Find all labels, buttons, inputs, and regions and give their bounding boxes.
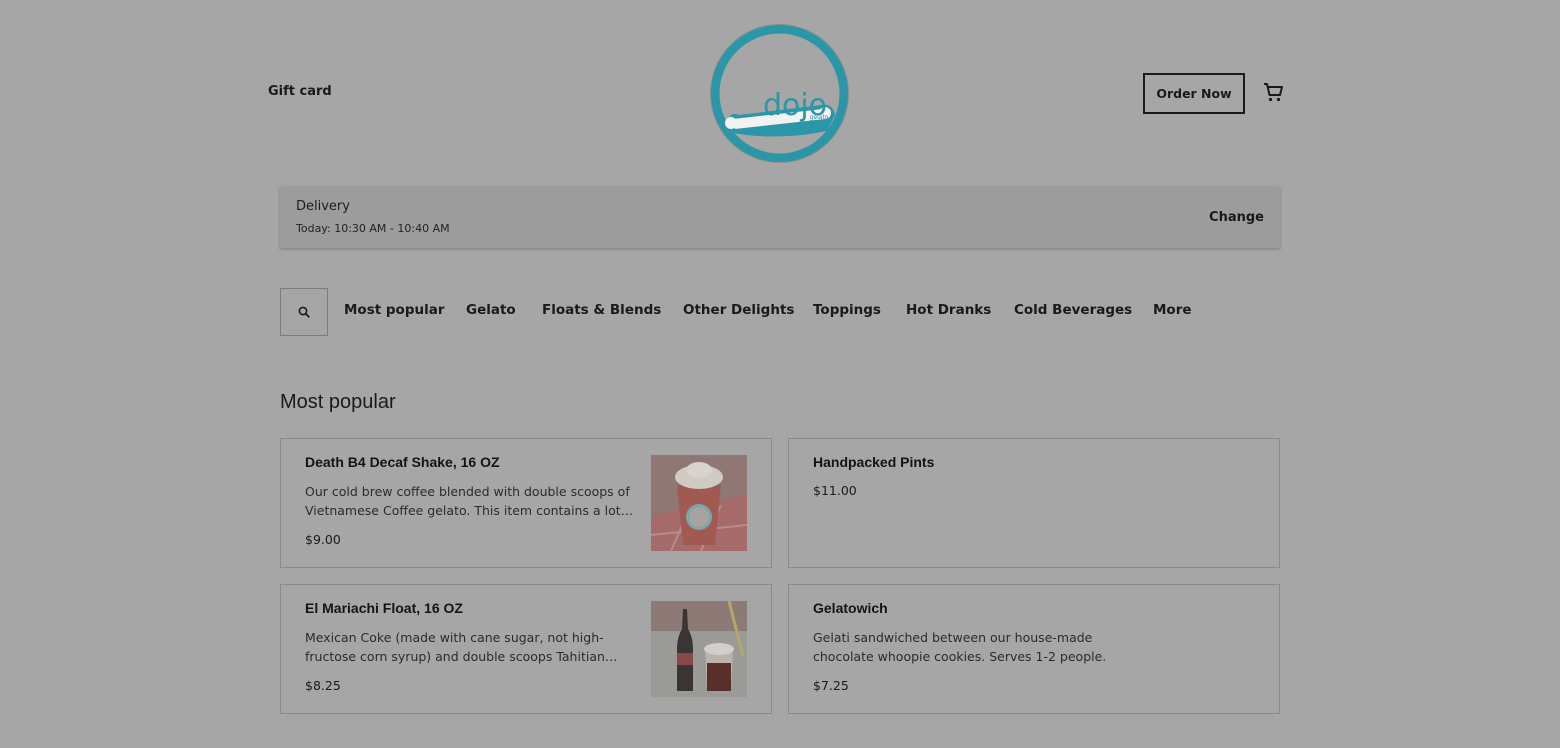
item-description: Our cold brew coffee blended with double…	[305, 484, 630, 518]
nav-more[interactable]: More	[1153, 302, 1192, 318]
nav-cold-beverages[interactable]: Cold Beverages	[1014, 302, 1132, 318]
logo-subtext: gelato	[810, 114, 829, 121]
search-icon	[298, 306, 310, 318]
delivery-panel: Delivery Today: 10:30 AM - 10:40 AM Chan…	[280, 187, 1280, 248]
item-price: $11.00	[813, 483, 857, 498]
nav-other-delights[interactable]: Other Delights	[683, 302, 794, 318]
delivery-mode: Delivery	[296, 199, 350, 214]
item-image	[651, 455, 747, 551]
menu-item-card[interactable]: El Mariachi Float, 16 OZ Mexican Coke (m…	[280, 584, 772, 714]
item-name: El Mariachi Float, 16 OZ	[305, 600, 463, 616]
cart-icon[interactable]	[1261, 80, 1285, 104]
delivery-time: Today: 10:30 AM - 10:40 AM	[296, 222, 450, 235]
item-name: Death B4 Decaf Shake, 16 OZ	[305, 454, 500, 470]
menu-item-card[interactable]: Gelatowich Gelati sandwiched between our…	[788, 584, 1280, 714]
item-description: Mexican Coke (made with cane sugar, not …	[305, 630, 605, 664]
item-name: Gelatowich	[813, 600, 888, 616]
item-description: Gelati sandwiched between our house-made…	[813, 630, 1107, 664]
menu-item-card[interactable]: Death B4 Decaf Shake, 16 OZ Our cold bre…	[280, 438, 772, 568]
gift-card-link[interactable]: Gift card	[268, 84, 332, 99]
menu-search-button[interactable]	[280, 288, 328, 336]
item-price: $8.25	[305, 678, 341, 693]
item-price: $7.25	[813, 678, 849, 693]
menu-item-card[interactable]: Handpacked Pints $11.00	[788, 438, 1280, 568]
section-title: Most popular	[280, 391, 396, 413]
nav-gelato[interactable]: Gelato	[466, 302, 516, 318]
change-delivery-button[interactable]: Change	[1209, 210, 1264, 225]
nav-most-popular[interactable]: Most popular	[344, 302, 445, 318]
nav-floats-blends[interactable]: Floats & Blends	[542, 302, 661, 318]
dojo-gelato-logo[interactable]: dojo gelato	[709, 23, 850, 164]
order-now-button[interactable]: Order Now	[1143, 73, 1245, 114]
item-name: Handpacked Pints	[813, 454, 935, 470]
item-image	[651, 601, 747, 697]
nav-toppings[interactable]: Toppings	[813, 302, 881, 318]
nav-hot-dranks[interactable]: Hot Dranks	[906, 302, 991, 318]
item-price: $9.00	[305, 532, 341, 547]
page: Gift card dojo gelato Order Now Delivery…	[0, 0, 1560, 748]
